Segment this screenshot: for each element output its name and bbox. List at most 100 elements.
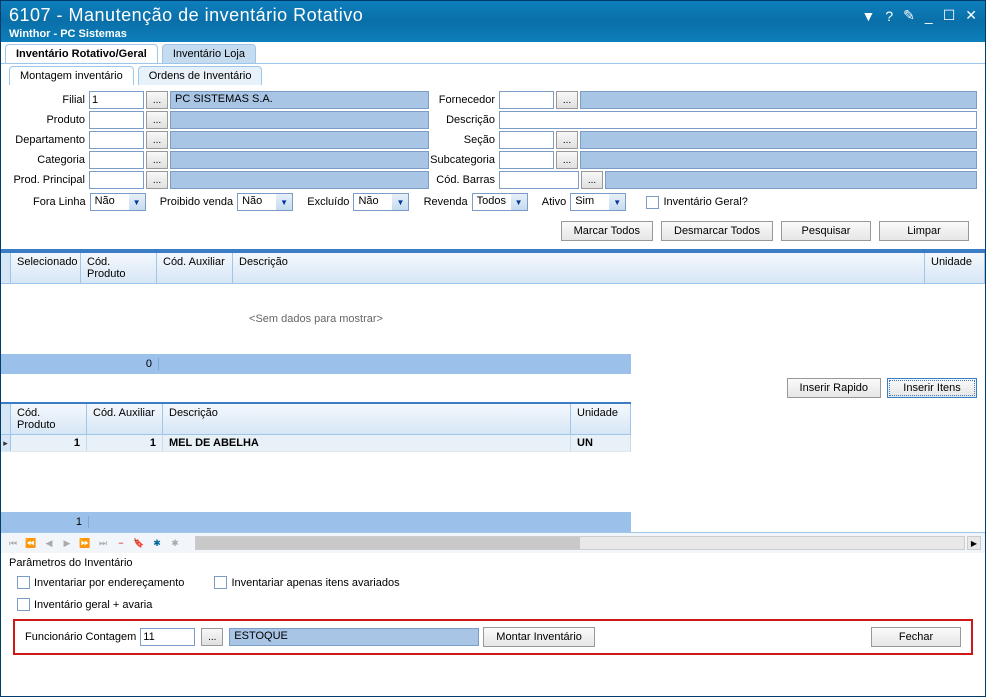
- filial-label: Filial: [9, 94, 89, 106]
- subtab-ordens-inventario[interactable]: Ordens de Inventário: [138, 66, 263, 85]
- proibido-venda-select[interactable]: Não: [237, 193, 293, 211]
- col2-cod-produto[interactable]: Cód. Produto: [11, 404, 87, 434]
- categoria-input[interactable]: [89, 151, 144, 169]
- produto-input[interactable]: [89, 111, 144, 129]
- subcategoria-input[interactable]: [499, 151, 554, 169]
- desmarcar-todos-button[interactable]: Desmarcar Todos: [661, 221, 773, 241]
- marcar-todos-button[interactable]: Marcar Todos: [561, 221, 653, 241]
- nav-filter2-icon[interactable]: ✱: [167, 535, 183, 551]
- filial-name-display: PC SISTEMAS S.A.: [170, 91, 429, 109]
- prod-principal-label: Prod. Principal: [9, 174, 89, 186]
- window-title: 6107 - Manutenção de inventário Rotativo: [9, 5, 862, 26]
- ativo-label: Ativo: [542, 196, 566, 208]
- filter-form: Filial ... PC SISTEMAS S.A. Fornecedor .…: [1, 85, 985, 251]
- filial-lookup-button[interactable]: ...: [146, 91, 168, 109]
- fornecedor-input[interactable]: [499, 91, 554, 109]
- excluido-select[interactable]: Não: [353, 193, 409, 211]
- checkbox-icon: [214, 576, 227, 589]
- fechar-button[interactable]: Fechar: [871, 627, 961, 647]
- maximize-icon[interactable]: ☐: [943, 7, 956, 24]
- prod-principal-input[interactable]: [89, 171, 144, 189]
- subcategoria-name-display: [580, 151, 977, 169]
- record-navigator: ⏮ ⏪ ◀ ▶ ⏩ ⏭ − 🔖 ✱ ✱ ▶: [1, 532, 985, 553]
- nav-last-icon[interactable]: ⏭: [95, 535, 111, 551]
- prod-principal-lookup-button[interactable]: ...: [146, 171, 168, 189]
- col2-descricao[interactable]: Descrição: [163, 404, 571, 434]
- triangle-down-icon[interactable]: ▼: [862, 8, 876, 24]
- fora-linha-select[interactable]: Não: [90, 193, 146, 211]
- cod-barras-lookup-button[interactable]: ...: [581, 171, 603, 189]
- secao-label: Seção: [429, 134, 499, 146]
- nav-first-icon[interactable]: ⏮: [5, 535, 21, 551]
- subcategoria-lookup-button[interactable]: ...: [556, 151, 578, 169]
- nav-prev-icon[interactable]: ◀: [41, 535, 57, 551]
- departamento-label: Departamento: [9, 134, 89, 146]
- funcionario-input[interactable]: [140, 628, 195, 646]
- col2-cod-auxiliar[interactable]: Cód. Auxiliar: [87, 404, 163, 434]
- pesquisar-button[interactable]: Pesquisar: [781, 221, 871, 241]
- nav-next-page-icon[interactable]: ⏩: [77, 535, 93, 551]
- inserir-itens-button[interactable]: Inserir Itens: [887, 378, 977, 398]
- inventariar-enderecamento-checkbox[interactable]: Inventariar por endereçamento: [17, 576, 184, 589]
- tab-inventario-loja[interactable]: Inventário Loja: [162, 44, 256, 63]
- search-results-grid: Selecionado Cód. Produto Cód. Auxiliar D…: [1, 251, 985, 374]
- table-row[interactable]: 1 1 MEL DE ABELHA UN: [1, 435, 631, 452]
- edit-icon[interactable]: ✎: [903, 7, 915, 24]
- secao-input[interactable]: [499, 131, 554, 149]
- window-subtitle: Winthor - PC Sistemas: [9, 28, 862, 40]
- chevron-down-icon: [609, 194, 625, 210]
- col-cod-auxiliar[interactable]: Cód. Auxiliar: [157, 253, 233, 283]
- col2-unidade[interactable]: Unidade: [571, 404, 631, 434]
- secao-lookup-button[interactable]: ...: [556, 131, 578, 149]
- funcionario-lookup-button[interactable]: ...: [201, 628, 223, 646]
- col-cod-produto[interactable]: Cód. Produto: [81, 253, 157, 283]
- cod-barras-label: Cód. Barras: [429, 174, 499, 186]
- title-controls: ▼ ? ✎ _ ☐ ✕: [862, 7, 977, 24]
- ativo-select[interactable]: Sim: [570, 193, 626, 211]
- nav-filter-icon[interactable]: ✱: [149, 535, 165, 551]
- tab-inventario-rotativo-geral[interactable]: Inventário Rotativo/Geral: [5, 44, 158, 63]
- cod-barras-input[interactable]: [499, 171, 579, 189]
- inventariar-avariados-checkbox[interactable]: Inventariar apenas itens avariados: [214, 576, 399, 589]
- horizontal-scrollbar[interactable]: [195, 536, 965, 550]
- funcionario-name-display: ESTOQUE: [229, 628, 479, 646]
- col-unidade[interactable]: Unidade: [925, 253, 985, 283]
- limpar-button[interactable]: Limpar: [879, 221, 969, 241]
- chevron-down-icon: [129, 194, 145, 210]
- checkbox-icon: [17, 598, 30, 611]
- montar-inventario-button[interactable]: Montar Inventário: [483, 627, 595, 647]
- checkbox-icon: [17, 576, 30, 589]
- inventario-geral-avaria-checkbox[interactable]: Inventário geral + avaria: [17, 598, 152, 611]
- excluido-label: Excluído: [307, 196, 349, 208]
- main-tabs: Inventário Rotativo/Geral Inventário Loj…: [1, 42, 985, 64]
- departamento-input[interactable]: [89, 131, 144, 149]
- categoria-lookup-button[interactable]: ...: [146, 151, 168, 169]
- grid-empty-message: <Sem dados para mostrar>: [1, 284, 631, 354]
- col-selecionado[interactable]: Selecionado: [11, 253, 81, 283]
- chevron-down-icon: [511, 194, 527, 210]
- prod-principal-name-display: [170, 171, 429, 189]
- nav-next-icon[interactable]: ▶: [59, 535, 75, 551]
- inserir-rapido-button[interactable]: Inserir Rapido: [787, 378, 881, 398]
- revenda-select[interactable]: Todos: [472, 193, 528, 211]
- subcategoria-label: Subcategoria: [429, 154, 499, 166]
- filial-input[interactable]: [89, 91, 144, 109]
- scroll-right-icon[interactable]: ▶: [967, 536, 981, 550]
- subtab-montagem-inventario[interactable]: Montagem inventário: [9, 66, 134, 85]
- nav-delete-icon[interactable]: −: [113, 535, 129, 551]
- produto-lookup-button[interactable]: ...: [146, 111, 168, 129]
- minimize-icon[interactable]: _: [925, 8, 933, 24]
- grid1-footer-count: 0: [11, 358, 159, 370]
- fornecedor-lookup-button[interactable]: ...: [556, 91, 578, 109]
- help-icon[interactable]: ?: [885, 8, 893, 24]
- app-window: 6107 - Manutenção de inventário Rotativo…: [0, 0, 986, 697]
- nav-prev-page-icon[interactable]: ⏪: [23, 535, 39, 551]
- nav-bookmark-icon[interactable]: 🔖: [131, 535, 147, 551]
- proibido-venda-label: Proibido venda: [160, 196, 233, 208]
- close-icon[interactable]: ✕: [965, 7, 977, 24]
- departamento-lookup-button[interactable]: ...: [146, 131, 168, 149]
- col-descricao[interactable]: Descrição: [233, 253, 925, 283]
- inventario-geral-checkbox[interactable]: Inventário Geral?: [646, 196, 747, 209]
- row-indicator-icon: [1, 435, 11, 451]
- descricao-input[interactable]: [499, 111, 977, 129]
